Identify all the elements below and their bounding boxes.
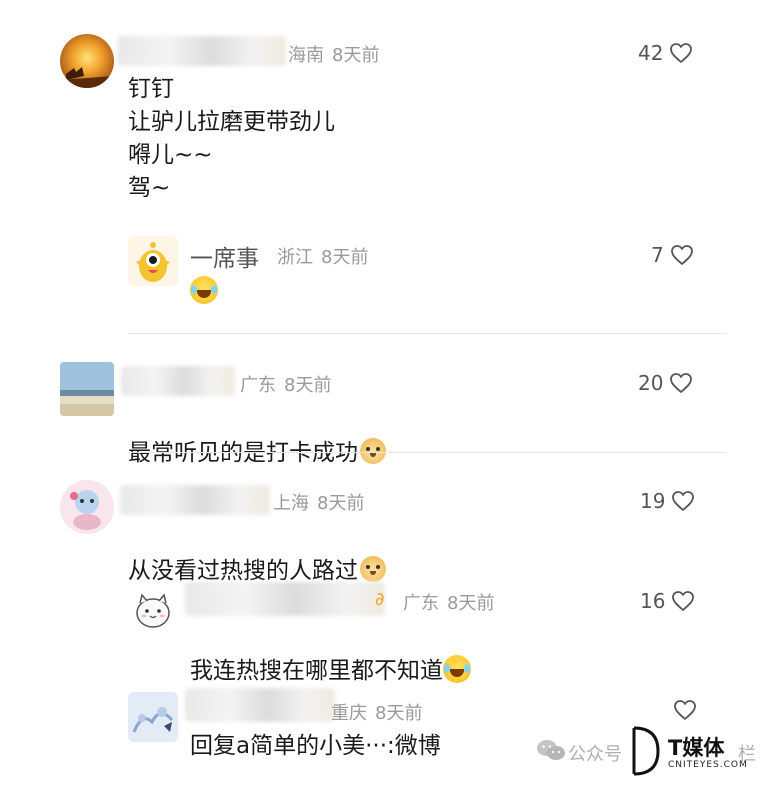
like-button[interactable]: 42 [638, 41, 693, 65]
like-count: 16 [640, 589, 666, 613]
reply-meta: 广东 8天前 [403, 589, 494, 615]
comment-divider [128, 333, 726, 334]
like-button[interactable]: 20 [638, 371, 693, 395]
comment-text-row: 最常听见的是打卡成功 [128, 404, 386, 470]
commenter-name-blurred[interactable] [118, 36, 286, 66]
watermark-brand-sub: CNITEYES.COM [668, 760, 748, 770]
comment-text: 回复a简单的小美···:微博 [190, 733, 441, 759]
avatar[interactable] [128, 236, 178, 286]
comment-text-row: 我连热搜在哪里都不知道 [190, 622, 471, 688]
doge-emoji [360, 556, 386, 582]
like-button[interactable]: 7 [651, 243, 694, 267]
commenter-name-blurred[interactable] [120, 485, 270, 515]
like-count: 42 [638, 41, 664, 65]
reply-meta: 浙江 8天前 [277, 243, 368, 269]
laughing-crying-emoji [190, 276, 218, 304]
avatar[interactable] [60, 34, 114, 88]
brand-logo-icon [622, 724, 662, 782]
timestamp: 8天前 [447, 593, 495, 614]
like-count: 19 [640, 489, 666, 513]
location-label: 浙江 [277, 247, 313, 268]
comment-text: 从没看过热搜的人路过 [128, 558, 358, 584]
commenter-name-blurred[interactable] [185, 688, 335, 722]
commenter-name-blurred[interactable] [121, 366, 235, 396]
avatar[interactable] [60, 362, 114, 416]
comment-text: 我连热搜在哪里都不知道 [190, 658, 443, 684]
heart-icon [670, 373, 693, 393]
watermark-tail: 栏 [738, 744, 756, 765]
commenter-name-blurred[interactable] [185, 582, 385, 616]
timestamp: 8天前 [321, 247, 369, 268]
reply-author-name[interactable]: 一席事 [190, 239, 259, 273]
location-label: 上海 [273, 493, 309, 514]
comment-meta: 上海 8天前 [273, 489, 364, 515]
avatar[interactable] [128, 692, 178, 742]
avatar[interactable] [60, 480, 114, 534]
vip-badge-icon: ∂ [375, 589, 385, 610]
laughing-crying-emoji [443, 655, 471, 683]
like-button[interactable]: 19 [640, 489, 695, 513]
heart-icon [672, 491, 695, 511]
like-button[interactable] [673, 699, 697, 721]
location-label: 重庆 [331, 703, 367, 724]
location-label: 海南 [288, 45, 324, 66]
heart-icon [674, 700, 696, 720]
comment-meta: 海南 8天前 [288, 41, 379, 67]
location-label: 广东 [403, 593, 439, 614]
like-count: 7 [651, 243, 664, 267]
location-label: 广东 [240, 375, 276, 396]
comment-divider [128, 452, 726, 453]
watermark-wechat-text: 公众号 [568, 744, 622, 765]
comment-text: 钉钉 让驴儿拉磨更带劲儿 嘚儿~~ 驾~ [128, 76, 335, 201]
watermark-brand: T媒体 [668, 736, 725, 760]
timestamp: 8天前 [375, 703, 423, 724]
timestamp: 8天前 [284, 375, 332, 396]
doge-emoji [360, 438, 386, 464]
timestamp: 8天前 [317, 493, 365, 514]
heart-icon [670, 43, 693, 63]
like-button[interactable]: 16 [640, 589, 695, 613]
heart-icon [670, 245, 693, 265]
heart-icon [672, 591, 695, 611]
wechat-icon [536, 738, 566, 766]
like-count: 20 [638, 371, 664, 395]
avatar[interactable] [128, 585, 178, 635]
reply-meta: 重庆 8天前 [331, 699, 422, 725]
comment-text-row: 从没看过热搜的人路过 [128, 522, 386, 588]
comment-meta: 广东 8天前 [240, 371, 331, 397]
timestamp: 8天前 [332, 45, 380, 66]
comment-text: 最常听见的是打卡成功 [128, 440, 358, 466]
